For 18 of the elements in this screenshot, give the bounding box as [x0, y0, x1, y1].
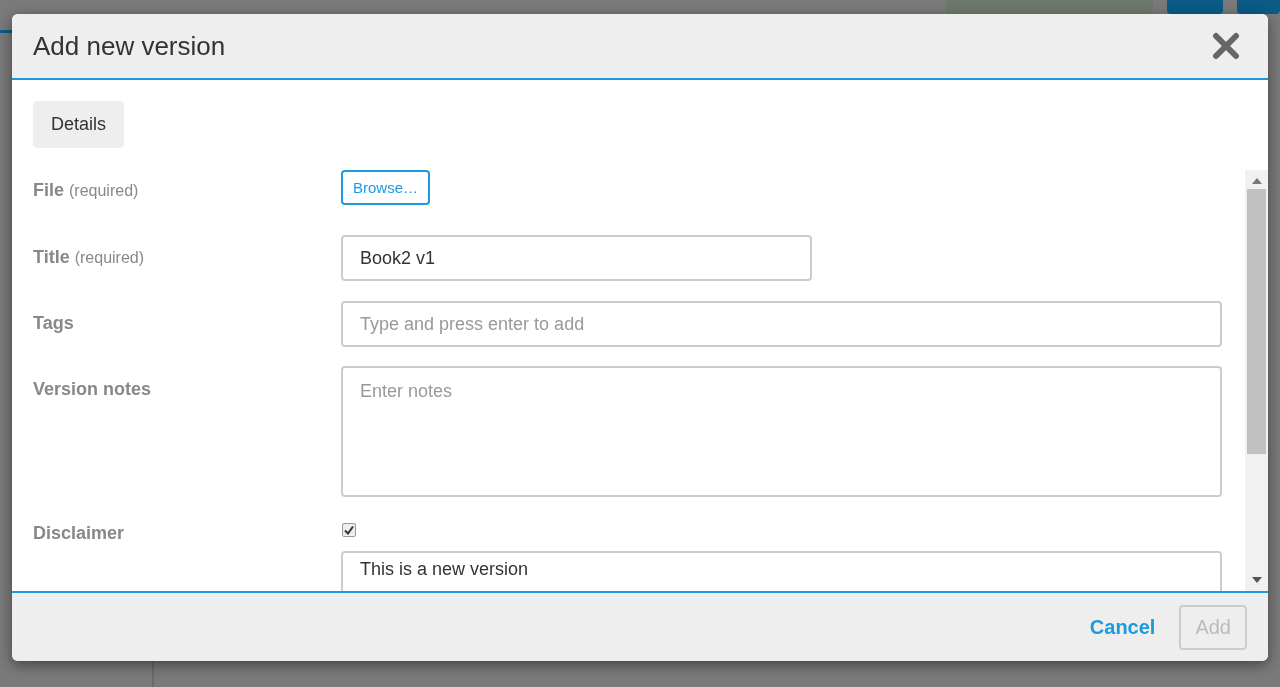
disclaimer-field[interactable]: This is a new version: [341, 551, 1222, 591]
scrollbar[interactable]: [1245, 170, 1268, 591]
field-label: Tags: [33, 313, 74, 333]
dialog-title: Add new version: [33, 30, 226, 62]
close-icon[interactable]: [1212, 32, 1240, 60]
field-label: Title: [33, 247, 70, 267]
field-label: Disclaimer: [33, 523, 125, 543]
field-label: Version notes: [33, 379, 152, 399]
notes-field[interactable]: Enter notes: [341, 366, 1222, 497]
scroll-up-icon[interactable]: [1251, 178, 1262, 184]
details-tab[interactable]: Details: [33, 101, 125, 148]
required-note: (required): [74, 249, 145, 266]
text-field[interactable]: Book2 v1: [341, 235, 812, 281]
disclaimer-checkbox[interactable]: [342, 523, 356, 537]
field-label: File: [33, 180, 64, 200]
scroll-down-icon[interactable]: [1251, 577, 1262, 583]
required-note: (required): [69, 182, 139, 199]
text-field[interactable]: Type and press enter to add: [341, 301, 1222, 347]
